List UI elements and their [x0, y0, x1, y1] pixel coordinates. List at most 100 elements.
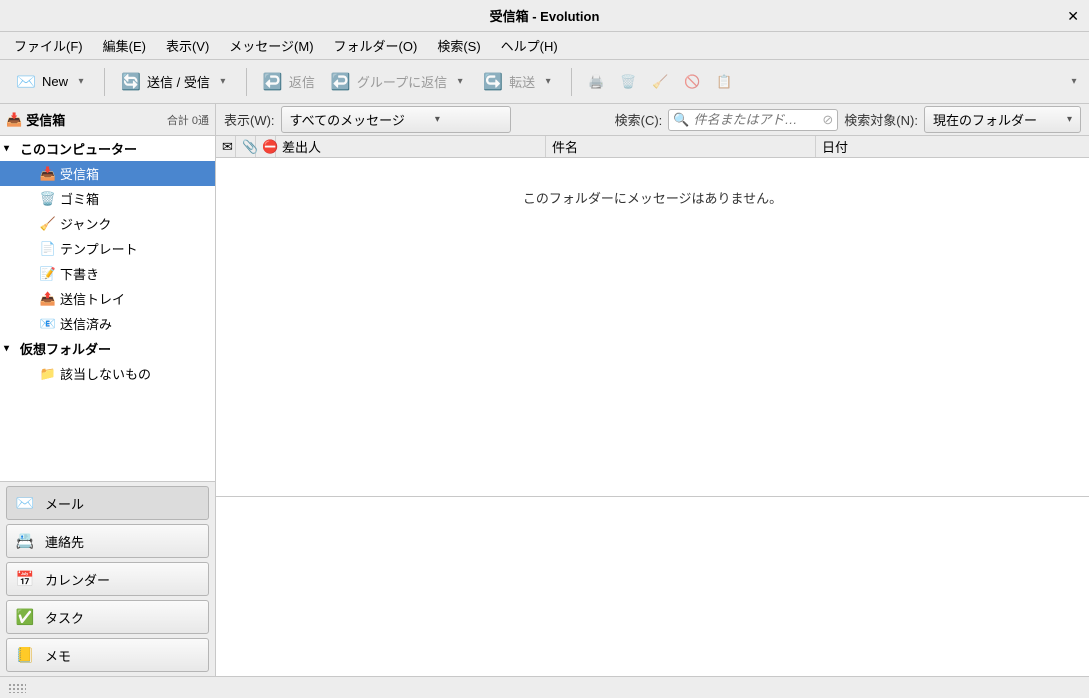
vfolder-icon: 📁	[40, 366, 56, 382]
folder-title: 📥 受信箱	[6, 110, 65, 129]
tree-item-label: ジャンク	[60, 214, 111, 233]
col-flag-icon[interactable]: ⛔	[256, 136, 276, 157]
search-icon: 🔍	[673, 112, 689, 128]
tree-group-label: 仮想フォルダー	[20, 339, 111, 358]
tree-item-trash[interactable]: 🗑️ ゴミ箱	[0, 186, 215, 211]
outbox-icon: 📤	[40, 291, 56, 307]
col-attachment-icon[interactable]: 📎	[236, 136, 256, 157]
print-icon: 🖨️	[583, 69, 609, 95]
tree-item-label: 下書き	[60, 264, 99, 283]
toolbar-overflow[interactable]: ▾	[1067, 76, 1081, 87]
new-button[interactable]: ✉️ New ▾	[8, 68, 96, 96]
chevron-down-icon[interactable]: ▾	[74, 76, 88, 87]
reply-button: ↩️ 返信	[255, 68, 323, 96]
send-receive-label: 送信 / 受信	[147, 72, 210, 91]
col-subject[interactable]: 件名	[546, 136, 816, 157]
search-input[interactable]	[693, 112, 818, 127]
filterbar: 📥 受信箱 合計 0通 表示(W): すべてのメッセージ ▾ 検索(C): 🔍 …	[0, 104, 1089, 136]
mail-new-icon: ✉️	[16, 72, 36, 92]
tree-item-label: 送信トレイ	[60, 289, 125, 308]
col-from[interactable]: 差出人	[276, 136, 546, 157]
new-button-label: New	[42, 74, 68, 89]
message-list: このフォルダーにメッセージはありません。	[216, 158, 1089, 496]
menu-folder[interactable]: フォルダー(O)	[324, 32, 428, 59]
col-status-icon[interactable]: ✉	[216, 136, 236, 157]
scope-combo[interactable]: 現在のフォルダー ▾	[924, 106, 1081, 133]
tree-item-unmatched[interactable]: 📁 該当しないもの	[0, 361, 215, 386]
tree-item-drafts[interactable]: 📝 下書き	[0, 261, 215, 286]
tree-item-label: 該当しないもの	[60, 364, 151, 383]
statusbar	[0, 676, 1089, 698]
forward-label: 転送	[509, 72, 535, 91]
view-combo-value: すべてのメッセージ	[290, 110, 405, 129]
clear-icon[interactable]: ⊘	[822, 112, 833, 128]
chevron-down-icon[interactable]: ▾	[216, 76, 230, 87]
template-icon: 📄	[40, 241, 56, 257]
tasks-icon: ✅	[15, 607, 35, 627]
sync-icon: 🔄	[121, 72, 141, 92]
folder-tree[interactable]: ▾ このコンピューター 📥 受信箱 🗑️ ゴミ箱 🧹 ジャンク 📄 テンプレート…	[0, 136, 215, 481]
mail-view: ✉ 📎 ⛔ 差出人 件名 日付 このフォルダーにメッセージはありません。	[216, 136, 1089, 676]
tree-item-label: ゴミ箱	[60, 189, 99, 208]
chevron-down-icon: ▾	[435, 114, 440, 125]
switcher-label: メール	[45, 494, 84, 513]
tree-item-junk[interactable]: 🧹 ジャンク	[0, 211, 215, 236]
status-handle-icon[interactable]	[8, 683, 26, 693]
switcher-calendar[interactable]: 📅 カレンダー	[6, 562, 209, 596]
tree-group-virtual[interactable]: ▾ 仮想フォルダー	[0, 336, 215, 361]
tree-group-local[interactable]: ▾ このコンピューター	[0, 136, 215, 161]
tree-item-sent[interactable]: 📧 送信済み	[0, 311, 215, 336]
reply-all-icon: ↩️	[331, 72, 351, 92]
sidebar: ▾ このコンピューター 📥 受信箱 🗑️ ゴミ箱 🧹 ジャンク 📄 テンプレート…	[0, 136, 216, 676]
cancel-icon: 📋	[711, 69, 737, 95]
menu-file[interactable]: ファイル(F)	[4, 32, 93, 59]
menubar: ファイル(F) 編集(E) 表示(V) メッセージ(M) フォルダー(O) 検索…	[0, 32, 1089, 60]
switcher: ✉️ メール 📇 連絡先 📅 カレンダー ✅ タスク 📒 メモ	[0, 481, 215, 676]
tree-item-inbox[interactable]: 📥 受信箱	[0, 161, 215, 186]
folder-count: 合計 0通	[167, 112, 209, 128]
view-label: 表示(W):	[224, 110, 275, 129]
search-input-wrap[interactable]: 🔍 ⊘	[668, 109, 838, 131]
envelope-icon: ✉	[222, 139, 233, 155]
reply-icon: ↩️	[263, 72, 283, 92]
tree-item-label: テンプレート	[60, 239, 138, 258]
menu-edit[interactable]: 編集(E)	[93, 32, 156, 59]
scope-label: 検索対象(N):	[844, 110, 918, 129]
send-receive-button[interactable]: 🔄 送信 / 受信 ▾	[113, 68, 238, 96]
switcher-mail[interactable]: ✉️ メール	[6, 486, 209, 520]
inbox-icon: 📥	[40, 166, 56, 182]
filter-controls: 表示(W): すべてのメッセージ ▾ 検索(C): 🔍 ⊘ 検索対象(N): 現…	[216, 104, 1089, 135]
menu-help[interactable]: ヘルプ(H)	[491, 32, 568, 59]
empty-message: このフォルダーにメッセージはありません。	[523, 188, 782, 207]
column-headers[interactable]: ✉ 📎 ⛔ 差出人 件名 日付	[216, 136, 1089, 158]
collapse-icon[interactable]: ▾	[4, 143, 16, 154]
reply-label: 返信	[289, 72, 315, 91]
collapse-icon[interactable]: ▾	[4, 343, 16, 354]
menu-message[interactable]: メッセージ(M)	[219, 32, 323, 59]
close-icon[interactable]: ✕	[1067, 8, 1079, 25]
separator	[246, 68, 247, 96]
preview-pane	[216, 496, 1089, 676]
menu-search[interactable]: 検索(S)	[427, 32, 490, 59]
switcher-label: 連絡先	[45, 532, 84, 551]
chevron-down-icon: ▾	[453, 76, 467, 87]
tree-item-label: 送信済み	[60, 314, 112, 333]
folder-title-text: 受信箱	[26, 110, 65, 129]
col-label: 差出人	[282, 137, 321, 156]
toolbar: ✉️ New ▾ 🔄 送信 / 受信 ▾ ↩️ 返信 ↩️ グループに返信 ▾ …	[0, 60, 1089, 104]
switcher-memos[interactable]: 📒 メモ	[6, 638, 209, 672]
trash-icon: 🗑️	[40, 191, 56, 207]
switcher-contacts[interactable]: 📇 連絡先	[6, 524, 209, 558]
forward-icon: ↪️	[483, 72, 503, 92]
tree-item-outbox[interactable]: 📤 送信トレイ	[0, 286, 215, 311]
chevron-down-icon: ▾	[1067, 114, 1072, 125]
tree-item-templates[interactable]: 📄 テンプレート	[0, 236, 215, 261]
scope-combo-value: 現在のフォルダー	[933, 110, 1037, 129]
sent-icon: 📧	[40, 316, 56, 332]
menu-view[interactable]: 表示(V)	[156, 32, 219, 59]
separator	[571, 68, 572, 96]
reply-group-button: ↩️ グループに返信 ▾	[323, 68, 475, 96]
switcher-tasks[interactable]: ✅ タスク	[6, 600, 209, 634]
col-date[interactable]: 日付	[816, 136, 1089, 157]
view-combo[interactable]: すべてのメッセージ ▾	[281, 106, 511, 133]
